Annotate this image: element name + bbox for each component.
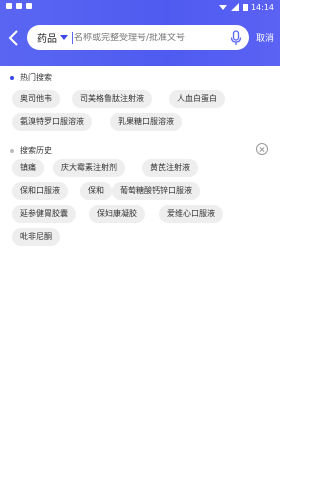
hot-search-title: 热门搜索 xyxy=(10,72,52,83)
hot-search-label: 热门搜索 xyxy=(20,73,52,82)
hot-item[interactable]: 氨溴特罗口服溶液 xyxy=(12,113,92,131)
history-dot-icon xyxy=(10,148,14,153)
category-label: 药品 xyxy=(37,34,57,45)
history-item[interactable]: 保和 xyxy=(80,182,112,200)
search-header: 14:14 药品 取消 xyxy=(0,0,280,66)
history-item[interactable]: 庆大霉素注射剂 xyxy=(53,159,125,177)
history-item[interactable]: 爱维心口服液 xyxy=(159,205,223,223)
history-item[interactable]: 保和口服液 xyxy=(12,182,68,200)
history-title: 搜索历史 xyxy=(10,145,52,156)
category-select[interactable]: 药品 xyxy=(37,30,68,45)
history-item[interactable]: 黄芪注射液 xyxy=(142,159,198,177)
history-label: 搜索历史 xyxy=(20,146,52,155)
hot-item[interactable]: 司美格鲁肽注射液 xyxy=(72,90,152,108)
search-input[interactable] xyxy=(73,32,224,43)
clear-history-icon[interactable] xyxy=(256,143,268,155)
caret-down-icon xyxy=(60,35,68,40)
status-bar: 14:14 xyxy=(0,0,280,16)
history-item[interactable]: 镇痛 xyxy=(12,159,44,177)
notification-icons xyxy=(6,3,32,9)
hot-item[interactable]: 乳果糖口服溶液 xyxy=(110,113,182,131)
hot-item[interactable]: 奥司他韦 xyxy=(12,90,60,108)
microphone-icon[interactable] xyxy=(229,30,243,46)
history-item[interactable]: 延参健胃胶囊 xyxy=(12,205,76,223)
history-item[interactable]: 葡萄糖酸钙锌口服液 xyxy=(112,182,200,200)
hot-item[interactable]: 人血白蛋白 xyxy=(169,90,225,108)
history-item[interactable]: 保妇康凝胶 xyxy=(89,205,145,223)
hot-dot-icon xyxy=(10,75,14,80)
status-time: 14:14 xyxy=(250,3,274,12)
search-box[interactable]: 药品 xyxy=(27,25,249,50)
battery-icon xyxy=(243,4,248,11)
signal-icon xyxy=(231,3,239,11)
history-item[interactable]: 吡非尼酮 xyxy=(12,228,60,246)
status-icons xyxy=(219,3,248,11)
wifi-icon xyxy=(219,5,227,10)
cancel-button[interactable]: 取消 xyxy=(256,31,274,44)
back-arrow-icon[interactable] xyxy=(4,28,24,48)
